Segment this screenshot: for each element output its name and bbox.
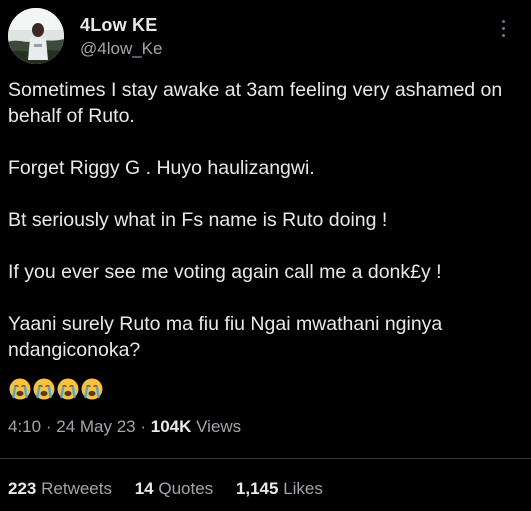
author-display-name[interactable]: 4Low KE xyxy=(80,14,162,36)
tweet-line: Forget Riggy G . Huyo haulizangwi. xyxy=(8,157,315,179)
tweet-line: Bt seriously what in Fs name is Ruto doi… xyxy=(8,209,388,231)
tweet-card: 4Low KE @4low_Ke Sometimes I stay awake … xyxy=(0,0,531,511)
avatar-image xyxy=(8,8,64,64)
quotes-label: Quotes xyxy=(158,479,214,498)
retweets-stat[interactable]: 223 Retweets xyxy=(8,478,112,500)
tweet-line: Sometimes I stay awake at 3am feeling ve… xyxy=(8,79,503,127)
avatar[interactable] xyxy=(8,8,64,64)
tweet-stats: 223 Retweets 14 Quotes 1,145 Likes xyxy=(8,478,341,500)
author-handle[interactable]: @4low_Ke xyxy=(80,38,162,60)
views-label[interactable]: Views xyxy=(196,417,241,436)
quotes-stat[interactable]: 14 Quotes xyxy=(135,478,213,500)
loudly-crying-face-icon xyxy=(8,377,32,401)
likes-count: 1,145 xyxy=(235,479,279,498)
tweet-header: 4Low KE @4low_Ke xyxy=(8,8,523,64)
more-options-icon[interactable] xyxy=(499,20,507,42)
emoji-row xyxy=(8,377,104,401)
divider xyxy=(0,458,531,459)
loudly-crying-face-icon xyxy=(32,377,56,401)
tweet-date[interactable]: 24 May 23 xyxy=(56,417,135,436)
meta-separator: · xyxy=(140,417,147,436)
author-names: 4Low KE @4low_Ke xyxy=(80,14,162,60)
quotes-count: 14 xyxy=(134,479,154,498)
retweets-label: Retweets xyxy=(41,479,112,498)
tweet-time[interactable]: 4:10 xyxy=(8,417,41,436)
meta-separator: · xyxy=(45,417,52,436)
loudly-crying-face-icon xyxy=(80,377,104,401)
tweet-line: If you ever see me voting again call me … xyxy=(8,261,442,283)
likes-stat[interactable]: 1,145 Likes xyxy=(236,478,323,500)
tweet-line: Yaani surely Ruto ma fiu fiu Ngai mwatha… xyxy=(8,313,443,361)
likes-label: Likes xyxy=(283,479,323,498)
tweet-text: Sometimes I stay awake at 3am feeling ve… xyxy=(8,77,518,363)
retweets-count: 223 xyxy=(8,479,37,498)
views-count[interactable]: 104K xyxy=(151,417,192,436)
tweet-meta: 4:10 · 24 May 23 · 104K Views xyxy=(8,416,241,438)
loudly-crying-face-icon xyxy=(56,377,80,401)
